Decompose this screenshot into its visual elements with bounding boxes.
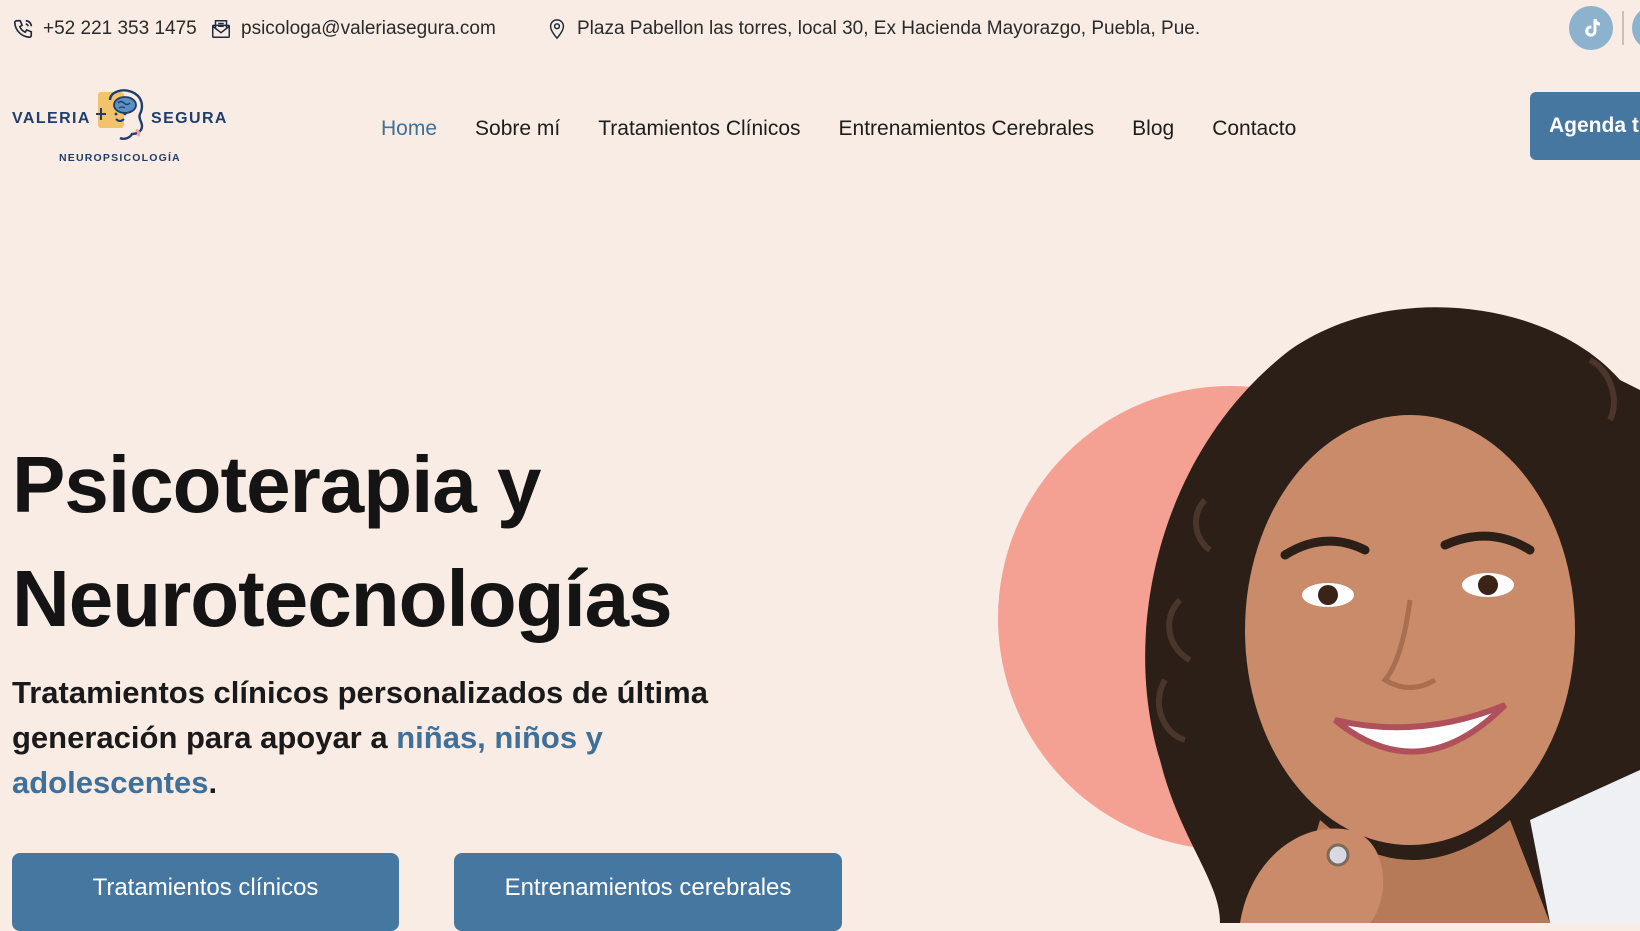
nav-item-entrenamientos[interactable]: Entrenamientos Cerebrales [839, 112, 1095, 146]
tiktok-icon [1585, 19, 1600, 37]
therapist-portrait-image [998, 307, 1640, 923]
hero-title-line2: Neurotecnologías [12, 554, 673, 643]
hero-subtitle: Tratamientos clínicos personalizados de … [12, 670, 712, 805]
hero-subtitle-end: . [208, 765, 218, 800]
phone-icon [13, 19, 33, 39]
hero-subtitle-text: Tratamientos clínicos personalizados de … [12, 675, 708, 755]
nav-item-tratamientos[interactable]: Tratamientos Clínicos [598, 112, 800, 146]
nav-item-sobre-mi[interactable]: Sobre mí [475, 112, 560, 146]
contact-phone[interactable]: +52 221 353 1475 [12, 16, 197, 42]
main-nav: Home Sobre mí Tratamientos Clínicos Entr… [381, 112, 1334, 146]
site-logo[interactable]: VALERIA SEGURA NEUROPSICOLOGÍA [12, 86, 232, 166]
social-icon-partial[interactable] [1632, 6, 1640, 50]
tratamientos-clinicos-button[interactable]: Tratamientos clínicos [12, 853, 399, 931]
top-contact-bar: +52 221 353 1475 psicologa@valeriasegura… [0, 0, 1640, 58]
entrenamientos-cerebrales-button[interactable]: Entrenamientos cerebrales [454, 853, 842, 931]
hero-title: Psicoterapia y Neurotecnologías [12, 428, 673, 656]
tiktok-button[interactable] [1569, 6, 1613, 50]
logo-word-segura: SEGURA [151, 110, 228, 127]
nav-item-contacto[interactable]: Contacto [1212, 112, 1296, 146]
face-shape [1245, 415, 1575, 845]
mail-icon [212, 20, 230, 38]
logo-subtitle: NEUROPSICOLOGÍA [59, 152, 181, 164]
logo-word-valeria: VALERIA [12, 110, 91, 127]
address-text: Plaza Pabellon las torres, local 30, Ex … [577, 18, 1201, 39]
nav-item-home[interactable]: Home [381, 112, 437, 146]
agenda-cta-button[interactable]: Agenda t [1530, 92, 1640, 160]
hero-title-line1: Psicoterapia y [12, 440, 541, 529]
email-text: psicologa@valeriasegura.com [241, 18, 496, 39]
nav-item-blog[interactable]: Blog [1132, 112, 1174, 146]
contact-email[interactable]: psicologa@valeriasegura.com [210, 16, 496, 42]
brain-head-logo-icon [96, 89, 144, 140]
phone-text: +52 221 353 1475 [43, 18, 197, 39]
social-divider [1622, 11, 1624, 45]
contact-address[interactable]: Plaza Pabellon las torres, local 30, Ex … [546, 16, 1200, 42]
location-pin-icon [549, 19, 565, 40]
